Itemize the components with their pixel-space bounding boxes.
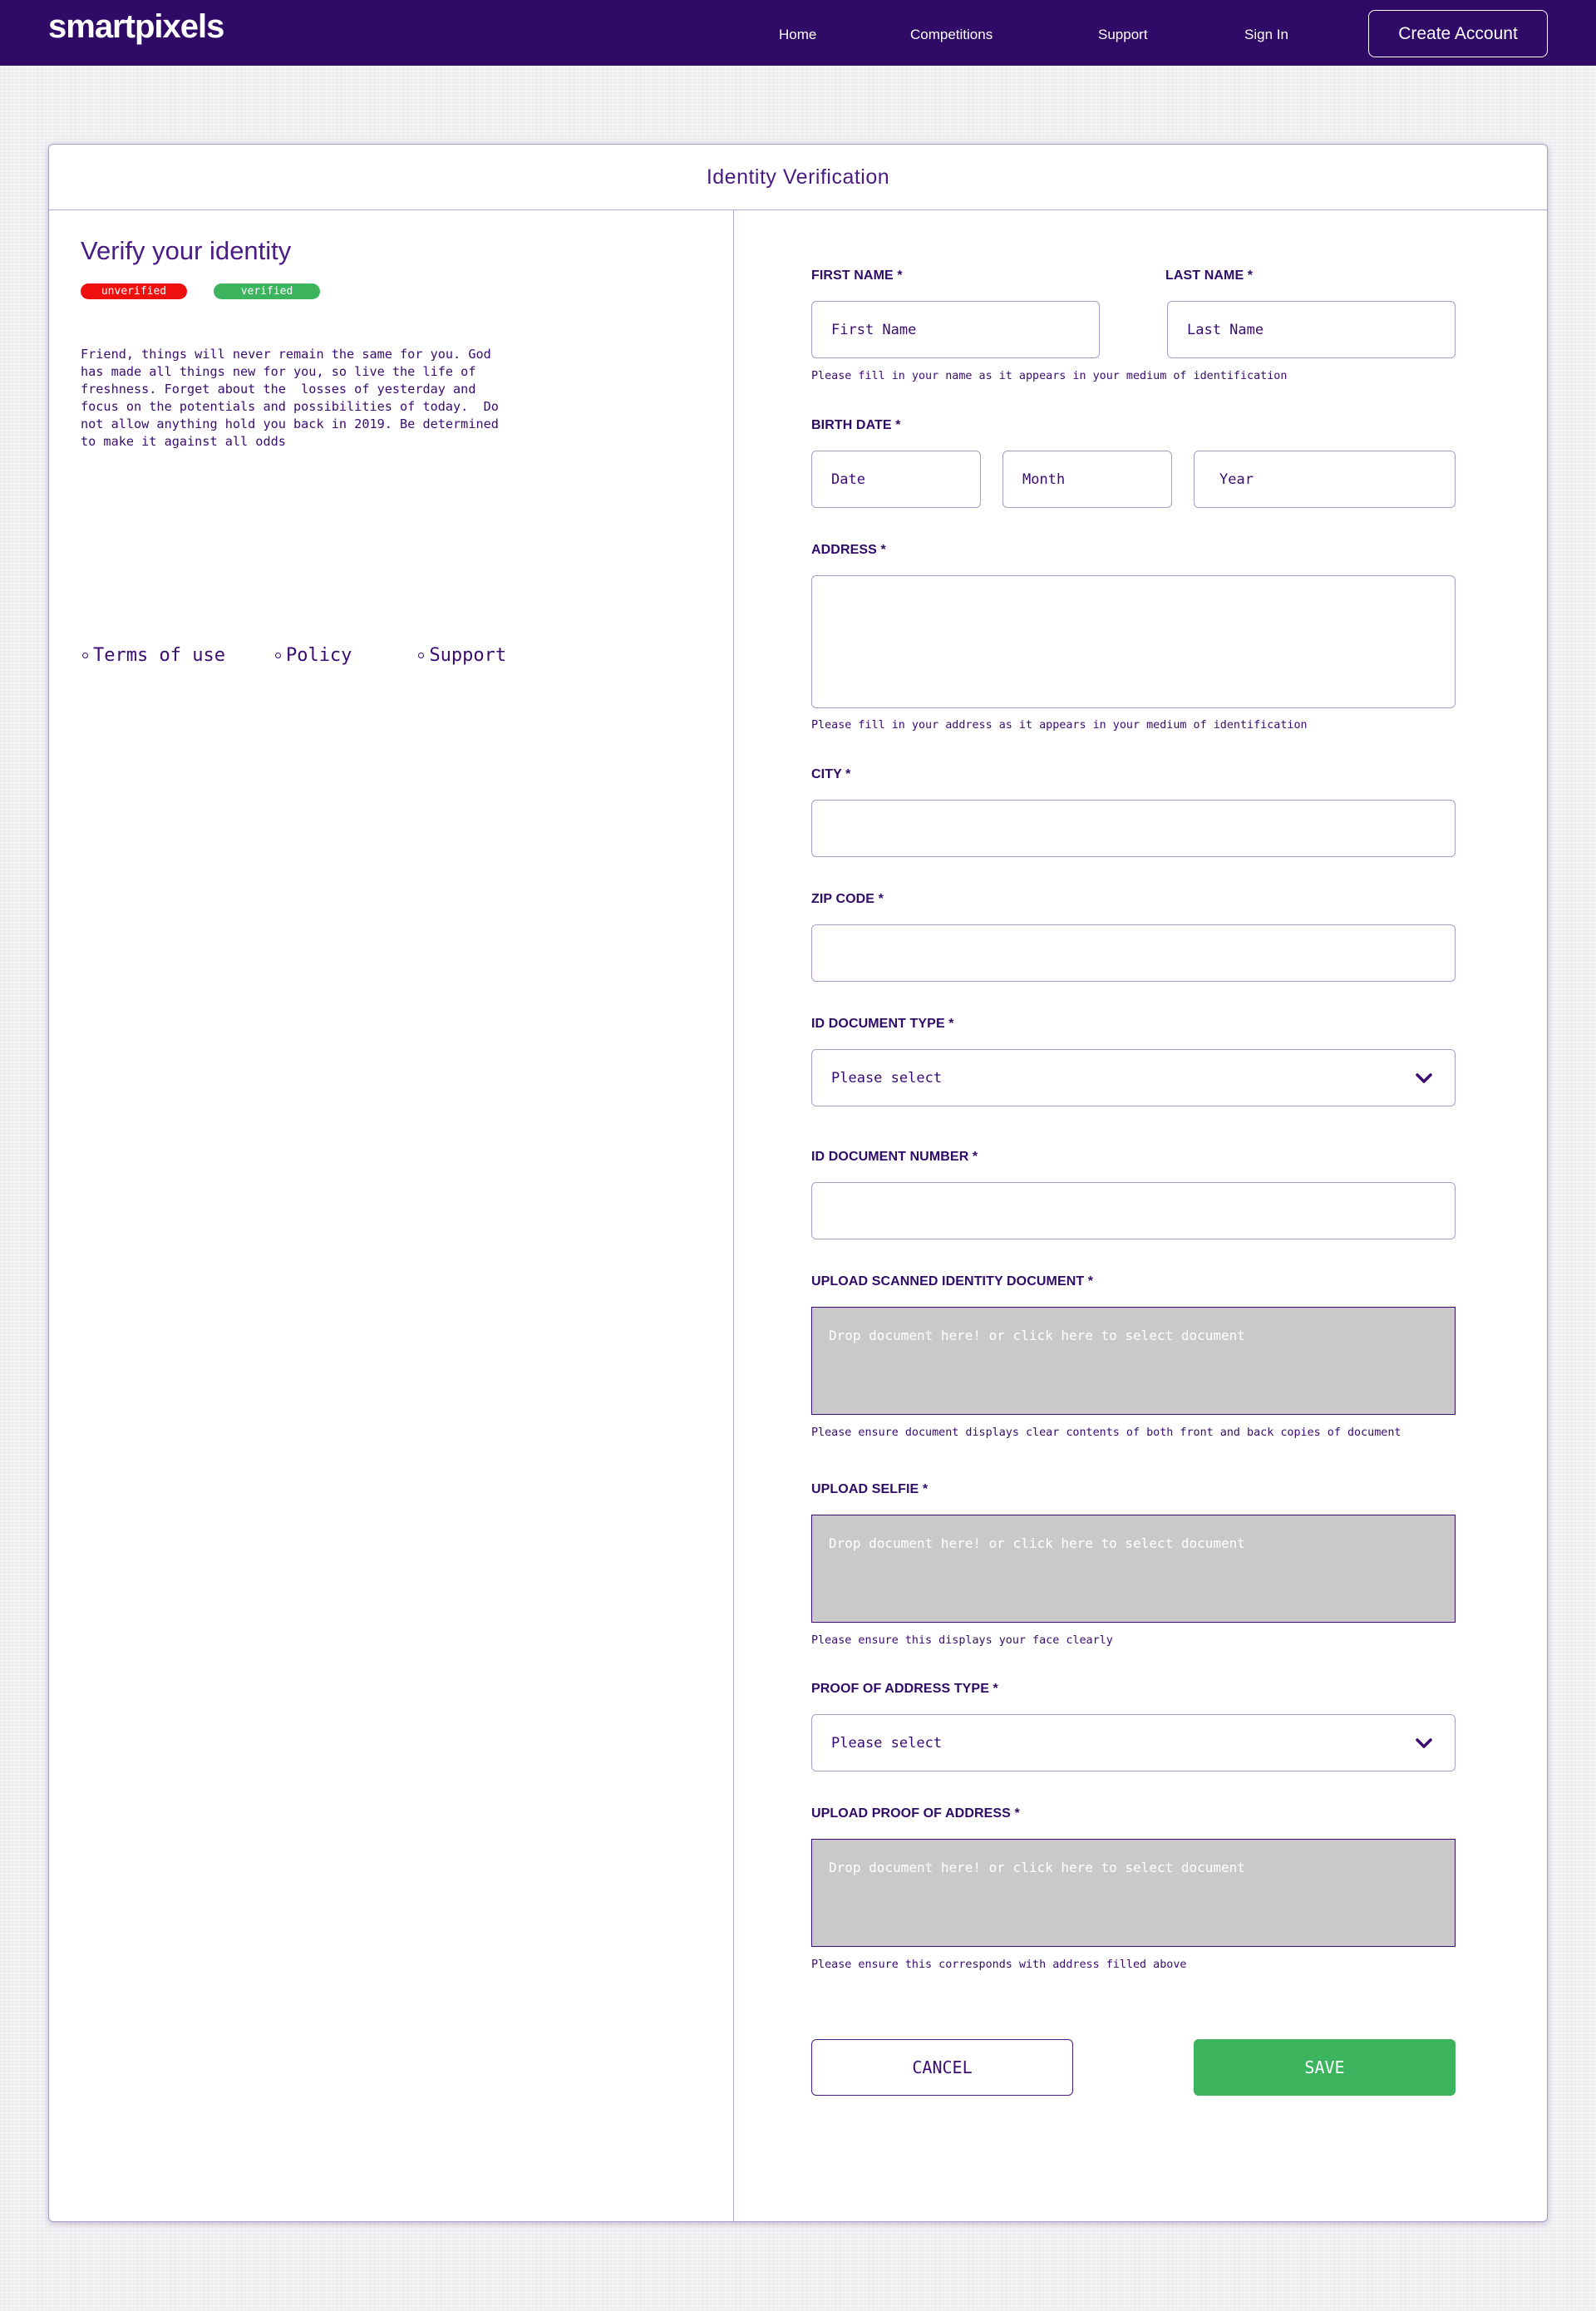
city-label: CITY * [811, 767, 851, 781]
footer-link-label: Terms of use [93, 645, 225, 666]
brand-logo[interactable]: smartpixels [48, 10, 224, 43]
birth-date-day-input[interactable] [811, 451, 981, 508]
footer-link-terms[interactable]: Terms of use [82, 645, 225, 666]
top-navbar: smartpixels Home Competitions Support Si… [0, 0, 1596, 66]
id-document-number-label: ID DOCUMENT NUMBER * [811, 1150, 978, 1164]
cancel-button[interactable]: CANCEL [811, 2039, 1073, 2096]
status-badge-verified: verified [214, 283, 320, 299]
last-name-input[interactable] [1167, 301, 1456, 358]
address-hint: Please fill in your address as it appear… [811, 719, 1308, 732]
dropzone-text: Drop document here! or click here to sel… [829, 1860, 1245, 1875]
identity-verification-card: Identity Verification Verify your identi… [48, 144, 1548, 2222]
last-name-label: LAST NAME * [1165, 269, 1254, 283]
city-input[interactable] [811, 800, 1456, 857]
identity-document-hint: Please ensure document displays clear co… [811, 1427, 1401, 1439]
id-document-type-selected: Please select [831, 1069, 943, 1087]
footer-link-policy[interactable]: Policy [274, 645, 352, 666]
card-title: Identity Verification [706, 165, 890, 189]
circle-bullet-icon [418, 653, 425, 658]
birth-date-label: BIRTH DATE * [811, 418, 901, 432]
footer-links: Terms of use Policy Support [82, 645, 506, 666]
birth-date-year-input[interactable] [1194, 451, 1456, 508]
card-header: Identity Verification [49, 145, 1547, 210]
zip-code-label: ZIP CODE * [811, 892, 884, 906]
footer-link-label: Support [429, 645, 507, 666]
id-document-type-label: ID DOCUMENT TYPE * [811, 1017, 954, 1031]
proof-of-address-type-selected: Please select [831, 1734, 943, 1752]
proof-of-address-dropzone[interactable]: Drop document here! or click here to sel… [811, 1839, 1456, 1947]
upload-proof-of-address-label: UPLOAD PROOF OF ADDRESS * [811, 1806, 1020, 1821]
footer-link-label: Policy [285, 645, 352, 666]
selfie-hint: Please ensure this displays your face cl… [811, 1634, 1113, 1647]
chevron-down-icon [1416, 1737, 1432, 1748]
dropzone-text: Drop document here! or click here to sel… [829, 1535, 1245, 1551]
footer-link-support[interactable]: Support [418, 645, 506, 666]
nav-link-support[interactable]: Support [1098, 25, 1148, 45]
status-badge-unverified: unverified [81, 283, 187, 299]
save-button[interactable]: SAVE [1194, 2039, 1456, 2096]
upload-selfie-label: UPLOAD SELFIE * [811, 1482, 929, 1496]
upload-identity-label: UPLOAD SCANNED IDENTITY DOCUMENT * [811, 1274, 1094, 1289]
circle-bullet-icon [82, 653, 88, 658]
identity-document-dropzone[interactable]: Drop document here! or click here to sel… [811, 1307, 1456, 1415]
proof-of-address-type-label: PROOF OF ADDRESS TYPE * [811, 1682, 998, 1696]
chevron-down-icon [1416, 1072, 1432, 1083]
proof-of-address-hint: Please ensure this corresponds with addr… [811, 1959, 1187, 1971]
name-hint: Please fill in your name as it appears i… [811, 370, 1288, 382]
verify-identity-heading: Verify your identity [81, 236, 292, 265]
proof-of-address-type-select[interactable]: Please select [811, 1714, 1456, 1771]
address-label: ADDRESS * [811, 543, 886, 557]
address-textarea[interactable] [811, 575, 1456, 708]
intro-text: Friend, things will never remain the sam… [81, 347, 499, 449]
first-name-input[interactable] [811, 301, 1100, 358]
first-name-label: FIRST NAME * [811, 269, 903, 283]
nav-link-competitions[interactable]: Competitions [910, 25, 993, 45]
nav-link-sign-in[interactable]: Sign In [1244, 25, 1288, 45]
zip-code-input[interactable] [811, 924, 1456, 982]
birth-date-month-input[interactable] [1002, 451, 1172, 508]
circle-bullet-icon [274, 653, 281, 658]
id-document-type-select[interactable]: Please select [811, 1049, 1456, 1106]
id-document-number-input[interactable] [811, 1182, 1456, 1239]
create-account-button[interactable]: Create Account [1368, 10, 1548, 57]
dropzone-text: Drop document here! or click here to sel… [829, 1328, 1245, 1343]
nav-link-home[interactable]: Home [779, 25, 816, 45]
column-divider [733, 210, 734, 2221]
selfie-dropzone[interactable]: Drop document here! or click here to sel… [811, 1515, 1456, 1623]
